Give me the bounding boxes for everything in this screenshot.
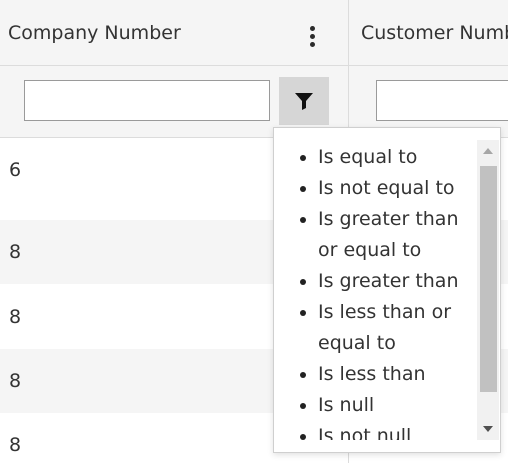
filter-option-is-equal-to[interactable]: Is equal to (318, 142, 479, 173)
company-number-cell: 8 (9, 241, 22, 263)
triangle-down-icon (483, 426, 493, 432)
kebab-icon[interactable] (296, 20, 328, 52)
filter-option-is-not-null[interactable]: Is not null (318, 421, 479, 440)
filter-option-is-greater-than-or-equal-to[interactable]: Is greater than or equal to (318, 204, 479, 266)
filter-icon (295, 93, 313, 110)
column-header-customer-number[interactable]: Customer Numb (361, 0, 508, 66)
customer-number-filter-input[interactable] (376, 80, 508, 121)
data-grid: 6 8 8 8 8 Company Number Customer Numb I… (0, 0, 508, 463)
filter-button[interactable] (279, 77, 329, 125)
column-header-company-number[interactable]: Company Number (8, 0, 298, 66)
filter-operator-dropdown: Is equal to Is not equal to Is greater t… (273, 127, 501, 453)
filter-option-is-not-equal-to[interactable]: Is not equal to (318, 173, 479, 204)
filter-operator-list: Is equal to Is not equal to Is greater t… (274, 142, 479, 440)
scroll-up-button[interactable] (477, 140, 499, 162)
filter-option-is-greater-than[interactable]: Is greater than (318, 266, 479, 297)
dropdown-scrollbar[interactable] (477, 140, 499, 440)
company-number-cell: 8 (9, 306, 22, 328)
company-number-cell: 8 (9, 434, 22, 456)
triangle-up-icon (483, 148, 493, 154)
filter-option-is-less-than[interactable]: Is less than (318, 359, 479, 390)
company-number-filter-input[interactable] (24, 80, 270, 121)
scroll-thumb[interactable] (480, 166, 497, 392)
company-number-cell: 6 (9, 159, 22, 181)
filter-option-is-less-than-or-equal-to[interactable]: Is less than or equal to (318, 297, 479, 359)
company-number-cell: 8 (9, 370, 22, 392)
scroll-down-button[interactable] (477, 418, 499, 440)
filter-option-is-null[interactable]: Is null (318, 390, 479, 421)
